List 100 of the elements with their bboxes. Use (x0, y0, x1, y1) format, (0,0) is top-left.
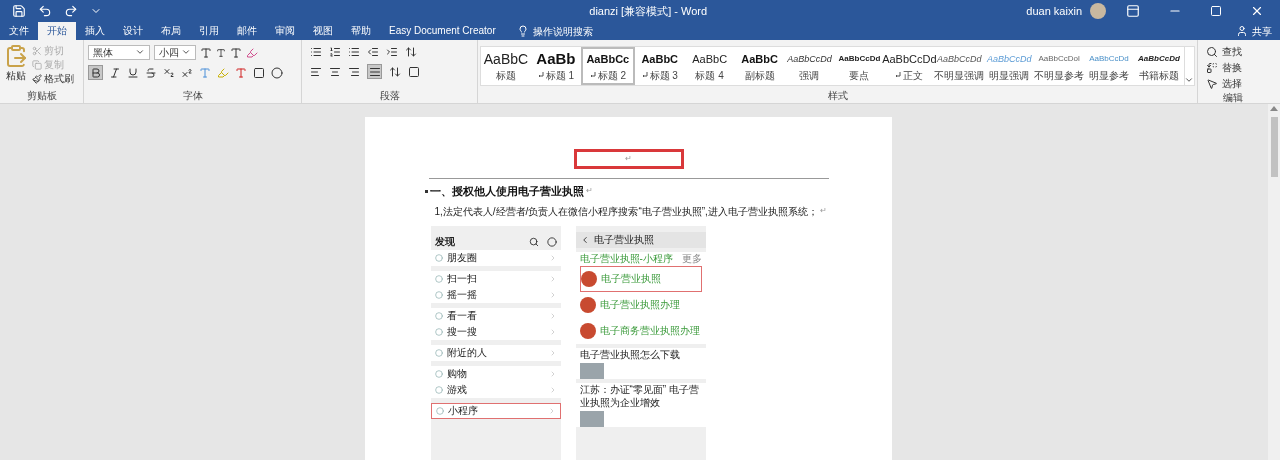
more-styles-icon[interactable] (1184, 75, 1195, 85)
vertical-scrollbar[interactable] (1268, 104, 1280, 460)
scroll-up-icon[interactable] (1270, 106, 1278, 111)
multilevel-list-icon[interactable] (348, 46, 360, 58)
paintbrush-icon (32, 73, 42, 84)
ribbon-tab[interactable]: 帮助 (342, 22, 380, 40)
save-icon[interactable] (12, 4, 26, 18)
italic-icon[interactable] (109, 66, 121, 79)
ribbon-tab[interactable]: 视图 (304, 22, 342, 40)
bullets-icon[interactable] (310, 46, 322, 58)
bold-button[interactable] (88, 65, 103, 80)
share-button[interactable]: 共享 (1252, 23, 1272, 39)
underline-icon[interactable] (127, 66, 139, 79)
user-name[interactable]: duan kaixin (1026, 2, 1082, 20)
lightbulb-icon[interactable] (516, 25, 529, 37)
font-color-icon[interactable] (235, 66, 247, 79)
style-gallery-item[interactable]: AaBbCcDd 明显强调 (984, 47, 1035, 85)
article-title: 江苏：办证“零见面” 电子营业执照为企业增效 (579, 382, 700, 409)
clipboard-command[interactable]: 格式刷 (32, 72, 74, 85)
increase-indent-icon[interactable] (386, 46, 398, 58)
menu-row[interactable]: 游戏 (430, 381, 561, 398)
result-logo (580, 270, 597, 287)
find-button[interactable]: 查找 (1206, 44, 1260, 59)
select-button[interactable]: 选择 (1206, 76, 1260, 91)
circle-icon (434, 385, 443, 394)
grow-font-icon[interactable] (200, 46, 212, 59)
style-gallery-item[interactable]: AaBbCcDol 不明显参考 (1034, 47, 1085, 85)
photo-placeholder (579, 362, 604, 379)
avatar[interactable] (1090, 3, 1106, 19)
font-name-field[interactable]: 黑体 (88, 45, 150, 60)
ribbon-tab[interactable]: 邮件 (228, 22, 266, 40)
menu-row[interactable]: 附近的人 (430, 344, 561, 361)
scroll-thumb[interactable] (1270, 117, 1278, 177)
superscript-icon[interactable] (181, 66, 193, 79)
ribbon-tab[interactable]: 引用 (190, 22, 228, 40)
replace-icon (1206, 61, 1218, 74)
more-link[interactable]: 更多 (681, 251, 702, 266)
menu-row[interactable]: 搜一搜 (430, 323, 561, 340)
group-label: 剪贴板 (25, 89, 58, 103)
body-paragraph: 1,法定代表人/经营者/负责人在微信小程序搜索“电子营业执照”,进入电子营业执照系统； (434, 204, 818, 219)
style-gallery-item[interactable]: AaBbC 标题 (481, 47, 531, 85)
style-gallery-item[interactable]: AaBbCc 标题 2 (580, 47, 635, 85)
style-gallery-item[interactable]: AaBbC 标题 3 (634, 47, 685, 85)
menu-row[interactable]: 摇一摇 (430, 286, 561, 303)
paragraph-mark: ↵ (585, 185, 593, 198)
ribbon-tab[interactable]: 开始 (38, 22, 76, 40)
dropdown-caret-icon[interactable] (181, 47, 191, 57)
style-gallery-item[interactable]: AaBbCcDd 强调 (784, 47, 835, 85)
photo-placeholder (579, 410, 604, 427)
ribbon-tab[interactable]: 审阅 (266, 22, 304, 40)
line-spacing-icon[interactable] (389, 65, 401, 78)
result-row[interactable]: 电子营业执照办理 (579, 291, 702, 318)
tell-me-search[interactable]: 操作说明搜索 (532, 23, 593, 39)
search-icon (1206, 45, 1218, 58)
ribbon-tab[interactable]: 设计 (114, 22, 152, 40)
style-gallery-item[interactable]: AaBbCcDd 书籍标题 (1134, 47, 1184, 85)
justify-button[interactable] (367, 64, 382, 79)
subscript-icon[interactable] (163, 66, 175, 79)
ribbon-tab[interactable]: 文件 (0, 22, 38, 40)
undo-icon[interactable] (38, 4, 52, 18)
share-icon[interactable] (1236, 25, 1248, 37)
align-left-icon[interactable] (310, 65, 322, 78)
sort-icon[interactable] (405, 46, 417, 58)
menu-row[interactable]: 购物 (430, 365, 561, 382)
paragraph-mark: ↵ (819, 205, 827, 217)
borders-icon[interactable] (408, 65, 420, 78)
menu-row[interactable]: 看一看 (430, 307, 561, 324)
align-center-icon[interactable] (329, 65, 341, 78)
ribbon-tab[interactable]: Easy Document Creator (380, 22, 505, 40)
group-label: 样式 (826, 89, 849, 103)
restore-icon[interactable] (1210, 5, 1222, 17)
result-logo (579, 296, 596, 313)
group-label: 编辑 (1222, 91, 1244, 105)
menu-row[interactable]: 小程序 (430, 402, 561, 419)
linked-style-icon (895, 72, 902, 78)
group-label: 段落 (378, 89, 401, 103)
circle-icon (435, 406, 444, 415)
ribbon-tab[interactable]: 插入 (76, 22, 114, 40)
ribbon-tab[interactable]: 布局 (152, 22, 190, 40)
ribbon-display-icon[interactable] (1126, 4, 1140, 18)
decrease-indent-icon[interactable] (367, 46, 379, 58)
style-gallery-item[interactable]: AaBbC 副标题 (734, 47, 785, 85)
close-icon[interactable] (1250, 4, 1264, 18)
pointer-icon (1206, 77, 1218, 90)
result-row[interactable]: 电子营业执照 (579, 265, 702, 292)
menu-row[interactable]: 扫一扫 (430, 270, 561, 287)
result-row[interactable]: 电子商务营业执照办理 (579, 317, 702, 344)
style-gallery-item[interactable]: AaBbC 标题 4 (684, 47, 735, 85)
numbering-icon[interactable] (329, 46, 341, 58)
replace-button[interactable]: 替换 (1206, 60, 1260, 75)
menu-row[interactable]: 朋友圈 (430, 249, 561, 266)
shrink-font-icon[interactable] (216, 47, 226, 58)
dropdown-caret-icon[interactable] (135, 47, 145, 57)
paste-button[interactable]: 粘贴 (6, 68, 26, 83)
strikethrough-icon[interactable] (145, 66, 157, 79)
font-size-field[interactable]: 小四 (154, 45, 196, 60)
style-gallery-item[interactable]: AaBbCcDd 明显参考 (1084, 47, 1134, 85)
redo-icon[interactable] (64, 4, 78, 18)
style-gallery-item[interactable]: AaBb 标题 1 (530, 47, 581, 85)
align-right-icon[interactable] (348, 65, 360, 78)
